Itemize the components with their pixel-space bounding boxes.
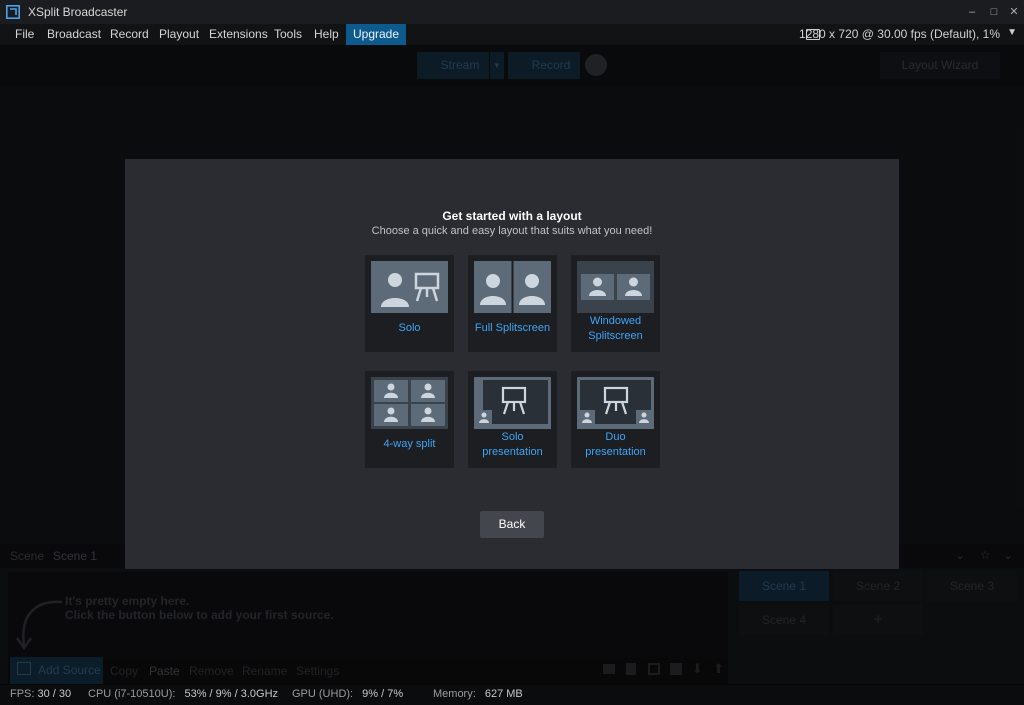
layout-label: Windowed Splitscreen (588, 315, 643, 342)
cpu-status: CPU (i7-10510U): 53% / 9% / 3.0GHz (88, 688, 278, 700)
full-splitscreen-thumbnail (474, 261, 551, 313)
layout-card-4-way-split[interactable]: 4-way split (365, 371, 454, 468)
solo-presentation-thumbnail (474, 377, 551, 429)
menu-playout[interactable]: Playout (152, 24, 206, 45)
menu-record[interactable]: Record (103, 24, 156, 45)
gpu-value: 9% / 7% (362, 688, 404, 700)
menu-tools[interactable]: Tools (267, 24, 309, 45)
close-button[interactable]: ✕ (1006, 4, 1022, 20)
memory-label: Memory: (433, 688, 476, 700)
layout-card-duo-presentation[interactable]: Duo presentation (571, 371, 660, 468)
dialog-title: Get started with a layout (442, 209, 582, 223)
layout-card-windowed-splitscreen[interactable]: Windowed Splitscreen (571, 255, 660, 352)
layout-card-solo-presentation[interactable]: Solo presentation (468, 371, 557, 468)
memory-status: Memory: 627 MB (433, 688, 523, 700)
xsplit-logo-icon (6, 5, 20, 19)
layout-label: Full Splitscreen (474, 322, 551, 334)
gpu-status: GPU (UHD): 9% / 7% (292, 688, 403, 700)
maximize-button[interactable]: □ (986, 4, 1002, 20)
cpu-label: CPU (i7-10510U): (88, 688, 176, 700)
menu-bar: File Broadcast Record Playout Extensions… (0, 24, 1024, 45)
resolution-info[interactable]: 1280 x 720 @ 30.00 fps (Default), 1% (799, 27, 1000, 41)
fps-value: 30 / 30 (37, 688, 72, 700)
layout-label: Duo presentation (585, 431, 646, 458)
solo-thumbnail (371, 261, 448, 313)
layout-card-solo[interactable]: Solo (365, 255, 454, 352)
windowed-splitscreen-thumbnail (577, 261, 654, 313)
dialog-subtitle: Choose a quick and easy layout that suit… (371, 225, 653, 237)
layout-label: 4-way split (383, 438, 436, 450)
menu-extensions[interactable]: Extensions (202, 24, 275, 45)
duo-presentation-thumbnail (577, 377, 654, 429)
gpu-label: GPU (UHD): (292, 688, 354, 700)
menu-upgrade[interactable]: Upgrade (346, 24, 407, 45)
layout-dialog: Get started with a layout Choose a quick… (125, 159, 899, 569)
menu-help[interactable]: Help (307, 24, 346, 45)
minimize-button[interactable]: – (964, 4, 980, 20)
layout-label: Solo (398, 322, 421, 334)
menu-file[interactable]: File (8, 24, 41, 45)
chevron-down-icon[interactable]: ▼ (1007, 27, 1017, 38)
fps-status: FPS: 30 / 30 (10, 688, 71, 700)
memory-value: 627 MB (484, 688, 523, 700)
window-title: XSplit Broadcaster (28, 5, 128, 19)
layout-label: Solo presentation (482, 431, 543, 458)
layout-card-full-splitscreen[interactable]: Full Splitscreen (468, 255, 557, 352)
back-button[interactable]: Back (480, 511, 544, 538)
4-way-split-thumbnail (371, 377, 448, 429)
cpu-value: 53% / 9% / 3.0GHz (184, 688, 279, 700)
title-bar: XSplit Broadcaster – □ ✕ (0, 0, 1024, 24)
menu-broadcast[interactable]: Broadcast (40, 24, 108, 45)
fps-label: FPS: (10, 688, 35, 700)
